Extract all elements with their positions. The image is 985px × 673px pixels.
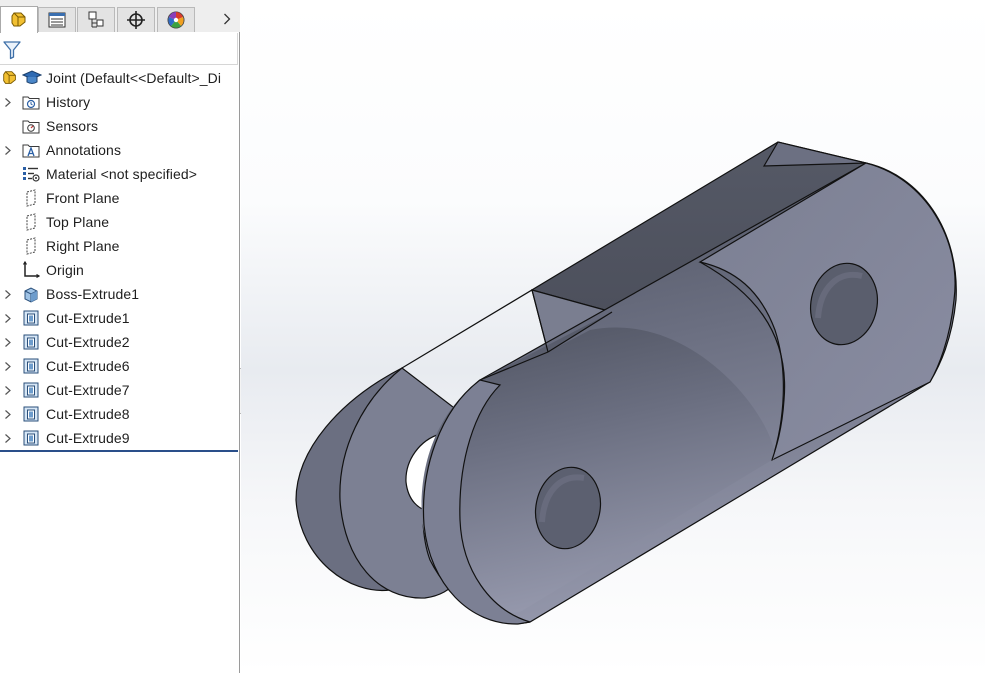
tree-item-annotations[interactable]: Annotations	[0, 138, 238, 162]
tree-item-label: Origin	[46, 262, 84, 278]
expand-arrow-icon[interactable]	[4, 338, 12, 347]
tree-item-cut-extrude6[interactable]: Cut-Extrude6	[0, 354, 238, 378]
tree-item-front-plane[interactable]: Front Plane	[0, 186, 238, 210]
plane-icon	[26, 189, 36, 207]
chevron-right-icon	[224, 13, 231, 25]
cut-extrude-icon	[23, 334, 39, 350]
dimxpert-icon	[127, 11, 145, 29]
cut-extrude-icon	[23, 406, 39, 422]
tab-feature-manager[interactable]	[0, 6, 38, 33]
configuration-cap-icon	[22, 70, 42, 84]
cut-extrude-icon	[23, 430, 39, 446]
tree-item-label: Annotations	[46, 142, 122, 158]
plane-icon	[26, 213, 36, 231]
graphics-area[interactable]	[241, 0, 985, 673]
tree-item-label: Cut-Extrude2	[46, 334, 130, 350]
tree-item-cut-extrude1[interactable]: Cut-Extrude1	[0, 306, 238, 330]
property-manager-icon	[48, 12, 66, 28]
cut-extrude-icon	[23, 358, 39, 374]
tree-item-label: Cut-Extrude6	[46, 358, 130, 374]
tree-item-label: Sensors	[46, 118, 99, 134]
tree-item-sensors[interactable]: Sensors	[0, 114, 238, 138]
tree-item-label: Cut-Extrude1	[46, 310, 130, 326]
expand-arrow-icon[interactable]	[4, 290, 12, 299]
tree-item-right-plane[interactable]: Right Plane	[0, 234, 238, 258]
cut-extrude-icon	[23, 310, 39, 326]
tab-dimxpert-manager[interactable]	[117, 7, 155, 32]
expand-arrow-icon[interactable]	[4, 146, 12, 155]
tree-item-label: Cut-Extrude8	[46, 406, 130, 422]
manager-tab-bar	[0, 0, 240, 33]
tree-item-top-plane[interactable]: Top Plane	[0, 210, 238, 234]
expand-arrow-icon[interactable]	[4, 386, 12, 395]
tree-root-label: Joint (Default<<Default>_Di	[46, 70, 222, 86]
annotations-folder-icon	[22, 144, 40, 158]
expand-arrow-icon[interactable]	[4, 314, 12, 323]
part-icon	[3, 71, 16, 84]
tree-item-label: Top Plane	[46, 214, 110, 230]
expand-arrow-icon[interactable]	[4, 98, 12, 107]
tree-item-cut-extrude7[interactable]: Cut-Extrude7	[0, 378, 238, 402]
boss-extrude-icon	[24, 287, 38, 303]
tree-item-material[interactable]: Material <not specified>	[0, 162, 238, 186]
origin-icon	[22, 261, 40, 279]
tree-filter-bar[interactable]	[0, 33, 238, 65]
tree-item-boss-extrude1[interactable]: Boss-Extrude1	[0, 282, 238, 306]
display-manager-icon	[167, 11, 185, 29]
feature-manager-panel: Joint (Default<<Default>_Di History Sens…	[0, 0, 240, 673]
tab-configuration-manager[interactable]	[77, 7, 115, 32]
expand-arrow-icon[interactable]	[4, 410, 12, 419]
material-icon	[23, 167, 40, 182]
configuration-manager-icon	[88, 11, 104, 28]
tab-property-manager[interactable]	[38, 7, 76, 32]
tree-item-label: Cut-Extrude9	[46, 430, 130, 446]
tree-item-cut-extrude2[interactable]: Cut-Extrude2	[0, 330, 238, 354]
tree-item-label: Boss-Extrude1	[46, 286, 140, 302]
tree-item-label: Front Plane	[46, 190, 120, 206]
cut-extrude-icon	[23, 382, 39, 398]
expand-arrow-icon[interactable]	[4, 362, 12, 371]
history-folder-icon	[22, 96, 40, 110]
tree-item-label: Right Plane	[46, 238, 120, 254]
tree-item-label: Material <not specified>	[46, 166, 198, 182]
tab-display-manager[interactable]	[157, 7, 195, 32]
rollback-bar[interactable]	[0, 450, 238, 452]
tree-item-origin[interactable]: Origin	[0, 258, 238, 282]
tree-item-cut-extrude9[interactable]: Cut-Extrude9	[0, 426, 238, 450]
part-model-3d[interactable]	[241, 0, 985, 673]
plane-icon	[26, 237, 36, 255]
slot-back-face	[762, 141, 867, 167]
tree-item-label: Cut-Extrude7	[46, 382, 130, 398]
tree-item-label: History	[46, 94, 91, 110]
sensors-folder-icon	[22, 120, 40, 134]
tree-root-part[interactable]: Joint (Default<<Default>_Di	[0, 66, 238, 90]
filter-icon[interactable]	[3, 40, 21, 60]
expand-arrow-icon[interactable]	[4, 434, 12, 443]
tab-scroll-right-button[interactable]	[220, 9, 234, 29]
feature-manager-icon	[11, 12, 26, 27]
tree-item-cut-extrude8[interactable]: Cut-Extrude8	[0, 402, 238, 426]
tree-item-history[interactable]: History	[0, 90, 238, 114]
